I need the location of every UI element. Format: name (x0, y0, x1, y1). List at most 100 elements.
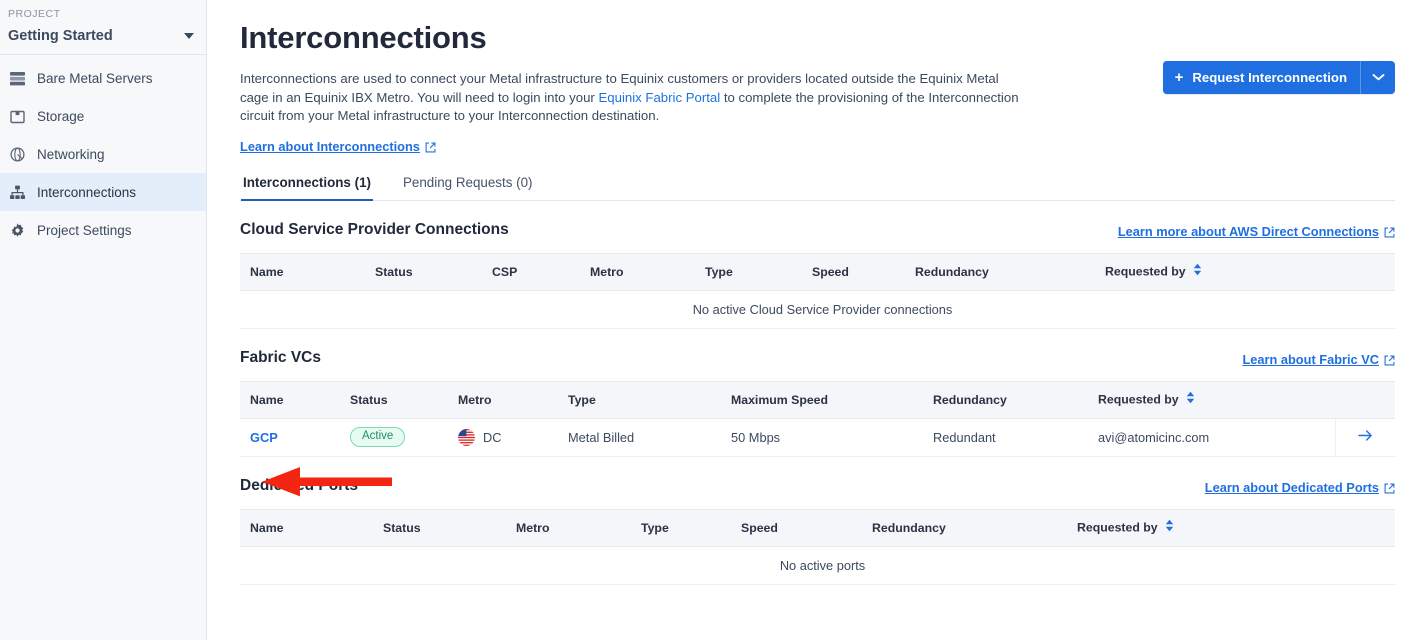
sidebar-item-label: Storage (37, 108, 85, 124)
equinix-fabric-portal-link[interactable]: Equinix Fabric Portal (598, 90, 720, 105)
csp-connections-table: Name Status CSP Metro Type Speed Redunda… (240, 252, 1395, 329)
external-link-icon (1384, 226, 1395, 237)
column-header-name: Name (240, 508, 373, 547)
cell-actions (1334, 418, 1395, 457)
section-dedicated-ports: Dedicated Ports Learn about Dedicated Po… (240, 477, 1395, 585)
cell-maximum-speed: 50 Mbps (721, 418, 923, 457)
column-header-label: Requested by (1105, 263, 1186, 278)
learn-link-label: Learn about Interconnections (240, 138, 420, 154)
project-name: Getting Started (8, 28, 113, 44)
column-header-metro: Metro (580, 252, 695, 291)
sidebar: PROJECT Getting Started Bare Metal Serve… (0, 0, 207, 640)
page-intro: Interconnections are used to connect you… (240, 70, 1030, 126)
column-header-actions (1335, 380, 1395, 419)
column-header-redundancy: Redundancy (923, 380, 1088, 419)
external-link-icon (1384, 482, 1395, 493)
column-header-redundancy: Redundancy (905, 252, 1095, 291)
column-header-redundancy: Redundancy (862, 508, 1067, 547)
column-header-metro: Metro (448, 380, 558, 419)
fabric-vc-name-link[interactable]: GCP (250, 430, 278, 445)
fabric-vcs-table: Name Status Metro Type Maximum Speed Red… (240, 380, 1395, 457)
column-header-label: Requested by (1077, 519, 1158, 534)
external-link-icon (1384, 354, 1395, 365)
sort-updown-icon (1193, 263, 1202, 279)
section-title: Cloud Service Provider Connections (240, 220, 509, 238)
page-title: Interconnections (240, 20, 487, 55)
column-header-name: Name (240, 252, 365, 291)
column-header-status: Status (340, 380, 448, 419)
sidebar-item-project-settings[interactable]: Project Settings (0, 211, 206, 249)
table-header-row: Name Status Metro Type Maximum Speed Red… (240, 380, 1395, 419)
column-header-type: Type (695, 252, 802, 291)
section-header: Cloud Service Provider Connections Learn… (240, 221, 1395, 239)
table-empty-row: No active Cloud Service Provider connect… (240, 290, 1395, 329)
section-header: Dedicated Ports Learn about Dedicated Po… (240, 477, 1395, 495)
column-header-requested-by[interactable]: Requested by (1067, 508, 1395, 547)
cell-metro: DC (448, 418, 558, 457)
chevron-down-icon (184, 33, 194, 39)
request-interconnection-dropdown-toggle[interactable] (1360, 61, 1395, 94)
project-label: PROJECT (8, 8, 61, 20)
section-cloud-service-provider-connections: Cloud Service Provider Connections Learn… (240, 221, 1395, 329)
empty-state-text: No active Cloud Service Provider connect… (240, 290, 1395, 329)
tab-interconnections[interactable]: Interconnections (1) (241, 175, 373, 201)
column-header-metro: Metro (506, 508, 631, 547)
section-title: Dedicated Ports (240, 476, 359, 494)
storage-box-icon (8, 107, 26, 125)
arrow-right-icon[interactable] (1358, 429, 1373, 446)
column-header-type: Type (558, 380, 721, 419)
learn-about-fabric-vc-link[interactable]: Learn about Fabric VC (1242, 352, 1395, 367)
sidebar-item-storage[interactable]: Storage (0, 97, 206, 135)
sort-updown-icon (1165, 519, 1174, 535)
learn-about-interconnections-link[interactable]: Learn about Interconnections (240, 139, 436, 154)
section-fabric-vcs: Fabric VCs Learn about Fabric VC Name St… (240, 349, 1395, 457)
main-content: Interconnections Interconnections are us… (207, 0, 1415, 640)
request-interconnection-button-group: + Request Interconnection (1162, 61, 1395, 94)
section-title: Fabric VCs (240, 348, 321, 366)
cell-name: GCP (240, 418, 340, 457)
table-header-row: Name Status CSP Metro Type Speed Redunda… (240, 252, 1395, 291)
learn-about-dedicated-ports-link[interactable]: Learn about Dedicated Ports (1205, 480, 1395, 495)
learn-link-label: Learn about Dedicated Ports (1204, 479, 1379, 495)
network-globe-icon (8, 145, 26, 163)
sidebar-item-bare-metal-servers[interactable]: Bare Metal Servers (0, 59, 206, 97)
request-interconnection-button[interactable]: + Request Interconnection (1162, 61, 1360, 94)
empty-state-text: No active ports (240, 546, 1395, 585)
us-flag-icon (458, 428, 475, 446)
cell-type: Metal Billed (558, 418, 721, 457)
metro-value-group: DC (458, 428, 558, 446)
column-header-name: Name (240, 380, 340, 419)
tab-pending-requests[interactable]: Pending Requests (0) (401, 175, 535, 201)
sidebar-item-networking[interactable]: Networking (0, 135, 206, 173)
chevron-down-icon (1372, 69, 1385, 87)
column-header-label: Requested by (1098, 391, 1179, 406)
sidebar-item-interconnections[interactable]: Interconnections (0, 173, 206, 211)
column-header-status: Status (373, 508, 506, 547)
dedicated-ports-table: Name Status Metro Type Speed Redundancy … (240, 508, 1395, 585)
learn-link-label: Learn about Fabric VC (1242, 351, 1379, 367)
metro-label: DC (483, 429, 502, 445)
tab-bar: Interconnections (1) Pending Requests (0… (240, 174, 1395, 201)
column-header-type: Type (631, 508, 731, 547)
table-empty-row: No active ports (240, 546, 1395, 585)
column-header-requested-by[interactable]: Requested by (1095, 252, 1395, 291)
column-header-csp: CSP (482, 252, 580, 291)
interconnections-hierarchy-icon (8, 183, 26, 201)
status-badge-active: Active (350, 427, 406, 447)
table-row[interactable]: GCP Active DC Metal Billed 50 Mbps Redun… (240, 418, 1395, 457)
learn-more-aws-direct-connections-link[interactable]: Learn more about AWS Direct Connections (1118, 224, 1395, 239)
cell-status: Active (340, 418, 448, 457)
project-switcher[interactable]: Getting Started (0, 20, 206, 55)
server-icon (8, 69, 26, 87)
sidebar-item-label: Interconnections (37, 184, 137, 200)
column-header-speed: Speed (731, 508, 862, 547)
sidebar-item-label: Project Settings (37, 222, 132, 238)
plus-icon: + (1174, 69, 1184, 86)
sidebar-item-label: Bare Metal Servers (37, 70, 153, 86)
cell-redundancy: Redundant (923, 418, 1088, 457)
learn-link-label: Learn more about AWS Direct Connections (1117, 223, 1379, 239)
column-header-status: Status (365, 252, 482, 291)
external-link-icon (425, 141, 436, 152)
column-header-requested-by[interactable]: Requested by (1088, 380, 1335, 419)
gear-icon (8, 221, 26, 239)
